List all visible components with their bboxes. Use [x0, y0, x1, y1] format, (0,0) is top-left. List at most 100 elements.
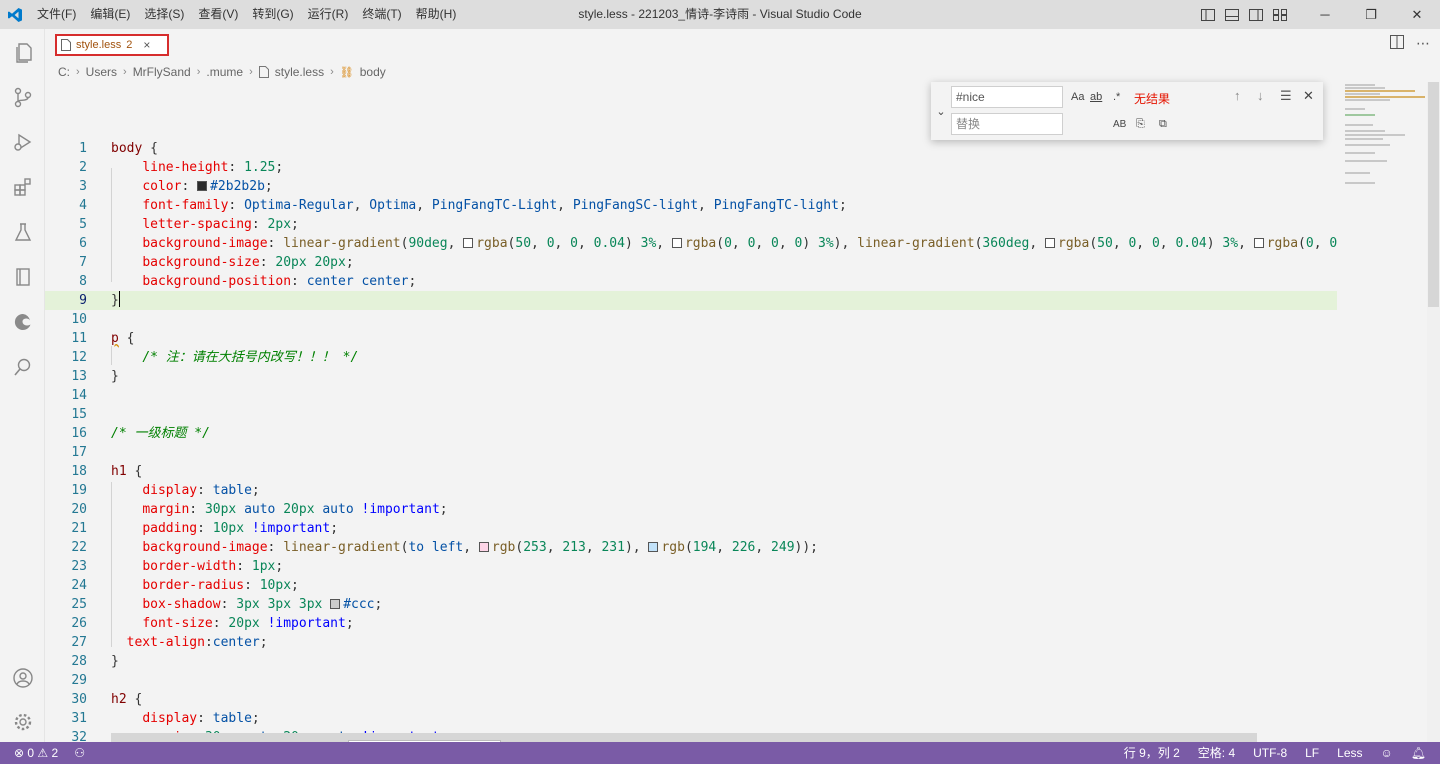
testing-icon[interactable] [0, 209, 45, 254]
minimap-line [1345, 134, 1405, 136]
minimap-line [1345, 144, 1390, 146]
code-line: 10 [71, 312, 87, 327]
minimize-icon[interactable]: ─ [1302, 0, 1348, 29]
code-line: 19 display: table; [71, 483, 260, 498]
menu-selection[interactable]: 选择(S) [137, 0, 191, 29]
toggle-secondary-sidebar-icon[interactable] [1246, 5, 1266, 25]
next-match-icon[interactable]: ↓ [1257, 88, 1264, 103]
split-editor-icon[interactable] [1390, 35, 1404, 52]
problems-indicator[interactable]: ⊗ 0 ⚠ 2 [14, 742, 58, 764]
file-icon [258, 66, 269, 78]
run-debug-icon[interactable] [0, 119, 45, 164]
chevron-right-icon: › [76, 66, 80, 78]
replace-all-icon[interactable]: ⧉ [1159, 115, 1167, 133]
menu-terminal[interactable]: 终端(T) [355, 0, 408, 29]
match-whole-word-button[interactable]: ab [1090, 88, 1102, 106]
breadcrumb-users[interactable]: Users [86, 65, 117, 79]
code-line: 26 font-size: 20px !important; [71, 616, 354, 631]
breadcrumb-file[interactable]: style.less [275, 65, 324, 79]
code-line: 15 [71, 407, 87, 422]
minimap-line [1345, 108, 1365, 110]
indentation[interactable]: 空格: 4 [1198, 742, 1235, 764]
toggle-panel-icon[interactable] [1222, 5, 1242, 25]
explorer-icon[interactable] [0, 29, 45, 74]
breadcrumb-drive[interactable]: C: [58, 65, 70, 79]
find-result-count: 无结果 [1134, 92, 1171, 106]
breadcrumb-folder[interactable]: .mume [206, 65, 243, 79]
code-line: 6 background-image: linear-gradient(90de… [79, 236, 1337, 251]
run-icon[interactable]: ⚇ [74, 742, 85, 764]
menu-run[interactable]: 运行(R) [301, 0, 356, 29]
code-line: 21 padding: 10px !important; [71, 521, 339, 536]
extensions-icon[interactable] [0, 164, 45, 209]
breadcrumb-user[interactable]: MrFlySand [133, 65, 191, 79]
code-line: 24 border-radius: 10px; [71, 578, 299, 593]
preserve-case-button[interactable]: AB [1113, 115, 1126, 133]
code-line: 3 color: #2b2b2b; [79, 179, 273, 194]
code-line: 11 p { [71, 331, 135, 346]
close-find-icon[interactable]: ✕ [1303, 88, 1314, 104]
restore-icon[interactable]: ❐ [1348, 0, 1394, 29]
edge-browser-icon[interactable] [0, 299, 45, 344]
end-of-line[interactable]: LF [1305, 742, 1319, 764]
find-input[interactable]: #nice [951, 86, 1063, 108]
language-mode[interactable]: Less [1337, 742, 1362, 764]
replace-one-icon[interactable]: ⎘ [1136, 115, 1145, 133]
toggle-replace-chevron-icon[interactable]: ⌄ [931, 82, 951, 140]
code-line: 31 display: table; [71, 711, 260, 726]
notifications-bell-icon[interactable]: 🔔︎ [1411, 742, 1426, 764]
encoding[interactable]: UTF-8 [1253, 742, 1287, 764]
code-line: 14 [71, 388, 87, 403]
use-regex-button[interactable]: .* [1113, 88, 1120, 106]
manage-gear-icon[interactable] [0, 699, 45, 744]
find-widget: ⌄ #nice Aa ab .* 无结果 ↑ ↓ ☰ ✕ 替换 AB ⎘ ⧉ [931, 82, 1323, 140]
match-case-button[interactable]: Aa [1071, 88, 1084, 106]
code-line: 12 /* 注：请在大括号内改写！！！ */ [71, 350, 359, 365]
menu-edit[interactable]: 编辑(E) [83, 0, 137, 29]
minimap-line [1345, 182, 1375, 184]
code-line: 29 [71, 673, 87, 688]
code-line: 7 background-size: 20px 20px; [79, 255, 354, 270]
code-line-current: 9} [45, 291, 1337, 310]
more-actions-icon[interactable]: ⋯ [1416, 35, 1430, 52]
minimap[interactable] [1337, 82, 1427, 742]
vertical-scrollbar[interactable] [1427, 82, 1440, 742]
warning-count: 2 [51, 746, 59, 760]
cursor-position[interactable]: 行 9，列 2 [1124, 742, 1180, 764]
code-line: 4 font-family: Optima-Regular, Optima, P… [79, 198, 847, 213]
accounts-icon[interactable] [0, 655, 45, 700]
chevron-right-icon: › [330, 66, 334, 78]
code-editor[interactable]: 1 body { 2 line-height: 1.25; 3 color: #2… [45, 82, 1337, 742]
code-line: 23 border-width: 1px; [71, 559, 284, 574]
horizontal-scrollbar[interactable] [111, 733, 1257, 742]
minimap-line [1345, 93, 1380, 95]
minimap-line [1345, 152, 1375, 154]
file-icon [61, 39, 71, 51]
breadcrumb-symbol[interactable]: body [360, 65, 386, 79]
menu-view[interactable]: 查看(V) [191, 0, 245, 29]
scrollbar-thumb[interactable] [1428, 82, 1439, 307]
search-icon[interactable] [0, 344, 45, 389]
previous-match-icon[interactable]: ↑ [1234, 88, 1241, 103]
notebook-icon[interactable] [0, 254, 45, 299]
minimap-line [1345, 90, 1415, 92]
customize-layout-icon[interactable] [1270, 5, 1290, 25]
chevron-right-icon: › [249, 66, 253, 78]
source-control-icon[interactable] [0, 74, 45, 119]
find-in-selection-icon[interactable]: ☰ [1280, 88, 1292, 104]
minimap-line [1345, 172, 1370, 174]
menu-file[interactable]: 文件(F) [30, 0, 83, 29]
tab-close-icon[interactable]: × [143, 38, 150, 52]
symbol-class-icon: ⛓ [339, 66, 354, 79]
vscode-logo-icon [0, 0, 30, 29]
toggle-sidebar-icon[interactable] [1198, 5, 1218, 25]
menu-help[interactable]: 帮助(H) [409, 0, 464, 29]
close-window-icon[interactable]: ✕ [1394, 0, 1440, 29]
replace-input[interactable]: 替换 [951, 113, 1063, 135]
minimap-line [1345, 160, 1387, 162]
chevron-right-icon: › [196, 66, 201, 78]
code-line: 5 letter-spacing: 2px; [79, 217, 299, 232]
menu-go[interactable]: 转到(G) [245, 0, 300, 29]
feedback-icon[interactable]: ☺ [1381, 742, 1393, 764]
tab-style-less[interactable]: style.less 2 × [55, 34, 169, 56]
